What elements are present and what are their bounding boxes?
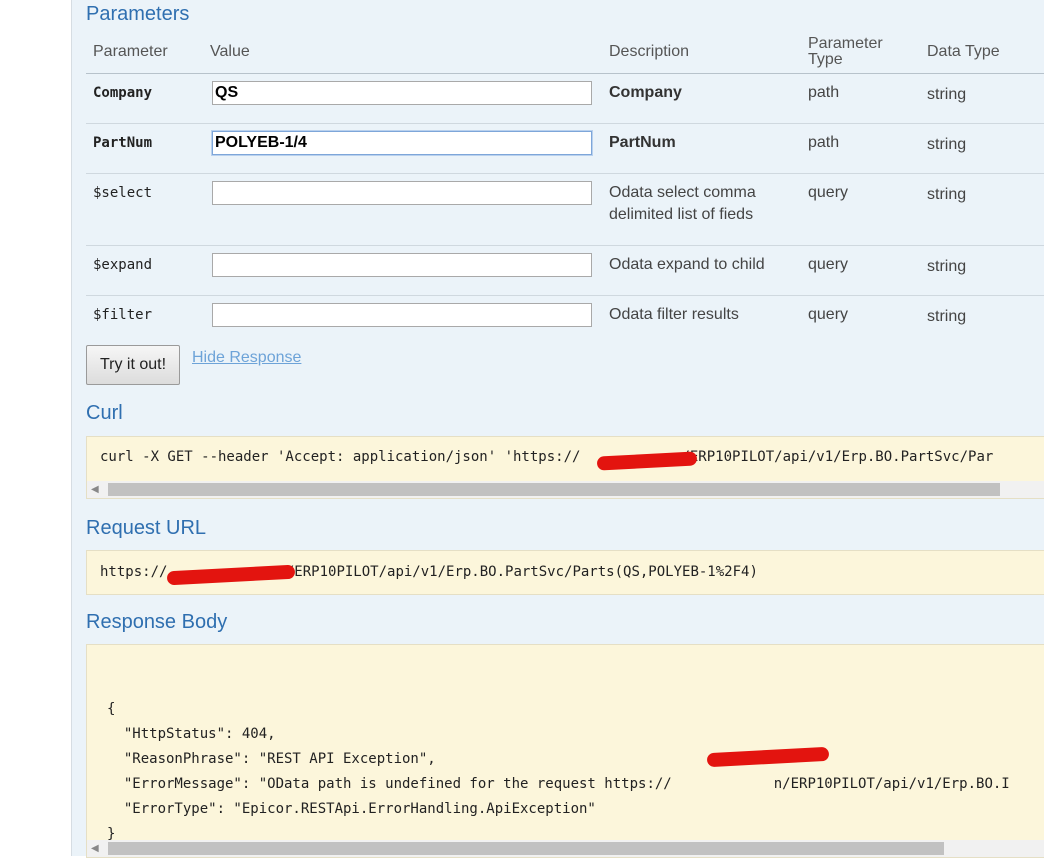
filter-input[interactable]: [212, 303, 592, 327]
param-type: query: [808, 256, 849, 273]
response-json: { "HttpStatus": 404, "ReasonPhrase": "RE…: [107, 672, 1010, 857]
param-description: Company: [609, 84, 682, 101]
response-body-box: { "HttpStatus": 404, "ReasonPhrase": "RE…: [86, 644, 1044, 858]
curl-scrollbar[interactable]: ◀: [87, 481, 1044, 498]
response-scrollbar[interactable]: ◀: [87, 840, 1044, 857]
param-row-filter: $filter Odata filter results query strin…: [86, 296, 1044, 336]
param-type: query: [808, 184, 849, 201]
scroll-left-icon[interactable]: ◀: [91, 484, 99, 495]
param-type: path: [808, 84, 840, 101]
param-row-partnum: PartNum PartNum path string: [86, 124, 1044, 174]
request-url-start: https://: [100, 564, 168, 580]
json-line: "HttpStatus": 404,: [107, 726, 276, 742]
curl-text-start: curl -X GET --header 'Accept: applicatio…: [100, 449, 581, 465]
scroll-left-icon[interactable]: ◀: [91, 843, 99, 854]
request-url-title: Request URL: [86, 517, 207, 539]
try-it-out-button[interactable]: Try it out!: [86, 345, 180, 385]
param-description: Odata expand to child: [609, 256, 765, 273]
param-data-type: string: [927, 86, 967, 103]
json-line-tail: n/ERP10PILOT/api/v1/Erp.BO.I: [773, 776, 1010, 792]
param-name: Company: [93, 85, 153, 101]
curl-box: curl -X GET --header 'Accept: applicatio…: [86, 436, 1044, 499]
response-body-title: Response Body: [86, 611, 228, 633]
param-data-type: string: [927, 308, 967, 325]
curl-text-end: /ERP10PILOT/api/v1/Erp.BO.PartSvc/Par: [681, 449, 994, 465]
param-name: $filter: [93, 307, 153, 323]
json-line: "ErrorMessage": "OData path is undefined…: [107, 776, 672, 792]
curl-title: Curl: [86, 402, 123, 424]
parameters-title: Parameters: [86, 3, 190, 25]
param-type: path: [808, 134, 840, 151]
param-data-type: string: [927, 186, 967, 203]
curl-command: curl -X GET --header 'Accept: applicatio…: [100, 449, 993, 465]
header-description: Description: [609, 43, 690, 60]
operation-panel: Parameters Parameter Value Description P…: [71, 0, 1044, 858]
param-name: PartNum: [93, 135, 153, 151]
header-parameter: Parameter: [93, 43, 168, 60]
param-description: PartNum: [609, 134, 676, 151]
param-row-select: $select Odata select comma delimited lis…: [86, 174, 1044, 246]
param-name: $expand: [93, 257, 153, 273]
header-value: Value: [210, 43, 250, 60]
select-input[interactable]: [212, 181, 592, 205]
json-line: "ErrorType": "Epicor.RESTApi.ErrorHandli…: [107, 801, 596, 817]
company-input[interactable]: [212, 81, 592, 105]
param-data-type: string: [927, 258, 967, 275]
scrollbar-thumb[interactable]: [108, 842, 944, 855]
json-line: {: [107, 701, 116, 717]
header-parameter-type: Parameter Type: [808, 35, 883, 68]
hide-response-link[interactable]: Hide Response: [192, 349, 301, 367]
param-row-expand: $expand Odata expand to child query stri…: [86, 246, 1044, 296]
request-url-end: n/ERP10PILOT/api/v1/Erp.BO.PartSvc/Parts…: [277, 564, 758, 580]
param-description: Odata filter results: [609, 306, 739, 323]
json-line: "ReasonPhrase": "REST API Exception",: [107, 751, 436, 767]
param-row-company: Company Company path string: [86, 74, 1044, 124]
param-type: query: [808, 306, 849, 323]
expand-input[interactable]: [212, 253, 592, 277]
json-line-error-message: "ErrorMessage": "OData path is undefined…: [107, 772, 1010, 797]
request-url-box: https:// n/ERP10PILOT/api/v1/Erp.BO.PartS…: [86, 550, 1044, 595]
partnum-input[interactable]: [212, 131, 592, 155]
param-description: Odata select comma delimited list of fie…: [609, 184, 756, 223]
header-data-type: Data Type: [927, 43, 1000, 60]
param-name: $select: [93, 185, 153, 201]
scrollbar-thumb[interactable]: [108, 483, 1000, 496]
param-data-type: string: [927, 136, 967, 153]
parameters-header: Parameter Value Description Parameter Ty…: [86, 33, 1044, 74]
